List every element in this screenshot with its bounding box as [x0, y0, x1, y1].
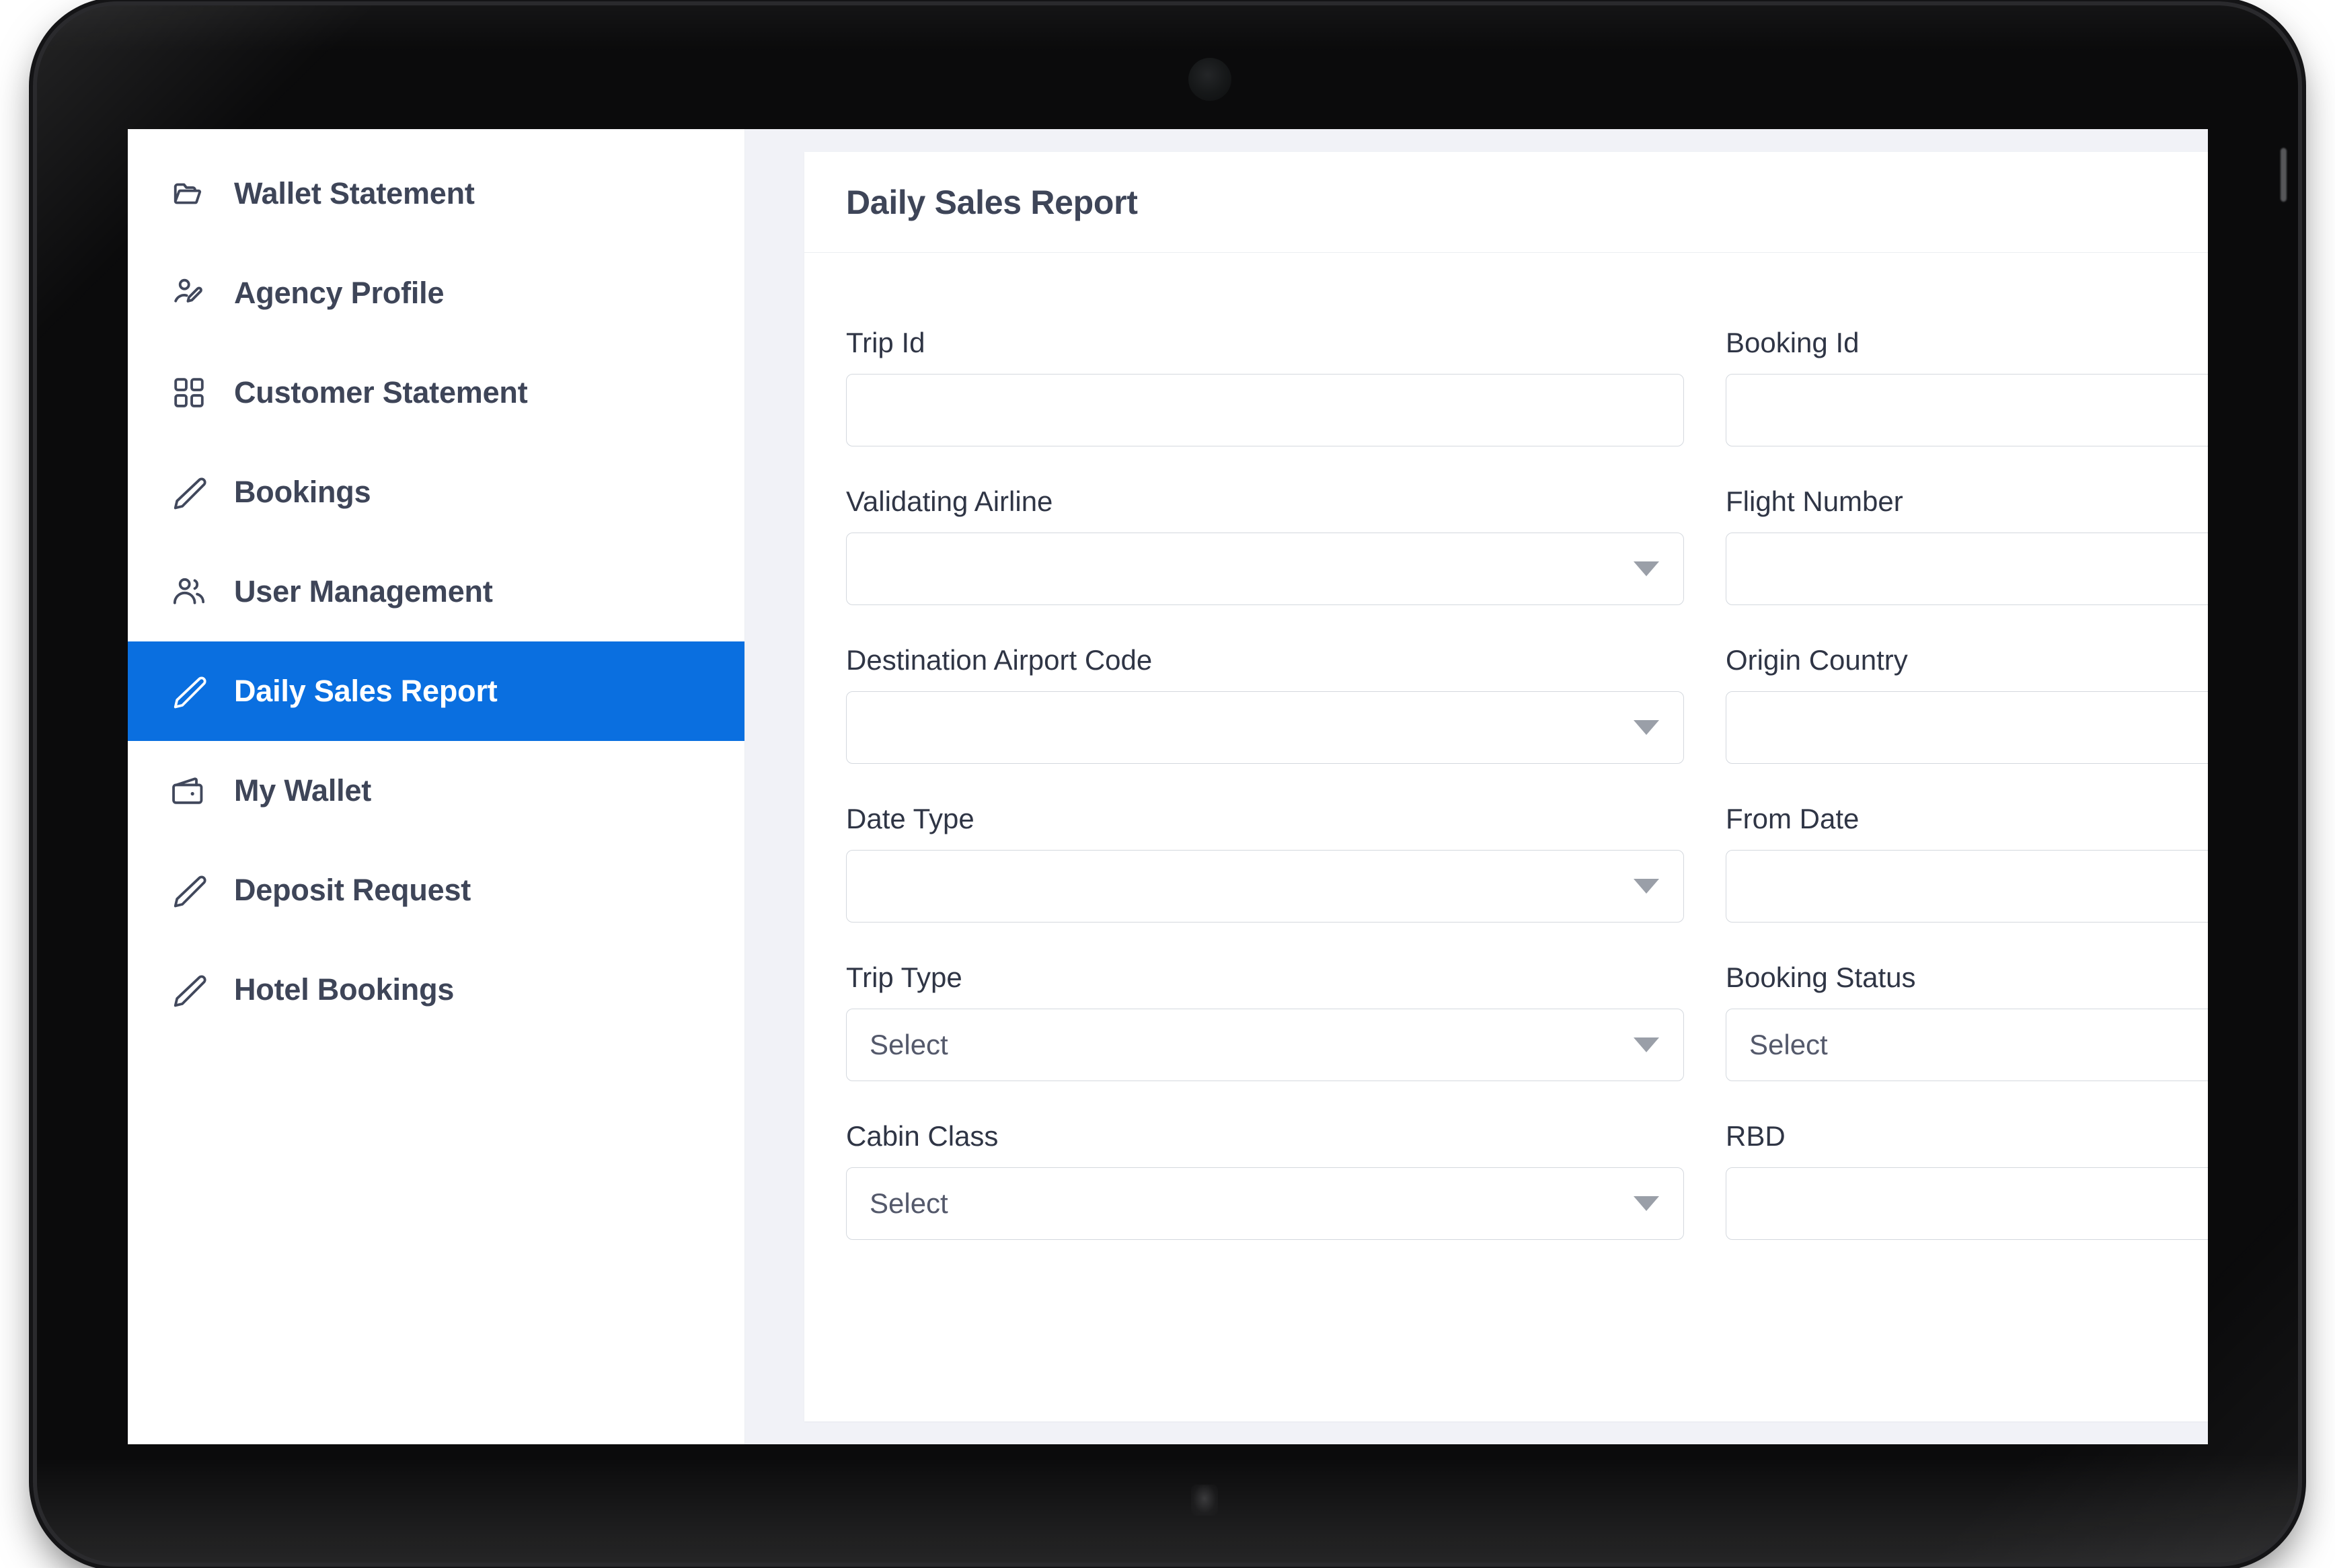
select-date-type[interactable]: [846, 850, 1684, 923]
field-origin-country: Origin Country: [1726, 644, 2208, 803]
field-label-trip-id: Trip Id: [846, 327, 925, 358]
pencil-icon: [169, 970, 208, 1009]
field-value-booking-status: Select: [1749, 1029, 1828, 1060]
chevron-down-icon[interactable]: [1634, 879, 1659, 894]
select-validating-airline[interactable]: [846, 533, 1684, 605]
select-booking-status[interactable]: Select: [1726, 1009, 2208, 1081]
field-booking-status: Booking Status Select: [1726, 962, 2208, 1120]
main-content: Daily Sales Report Trip Id Booking Id Vali…: [745, 129, 2208, 1444]
tablet-screen: Wallet Statement Agency Profile Customer S…: [128, 129, 2208, 1444]
sidebar-item-label: Customer Statement: [234, 375, 528, 409]
field-label-rbd: RBD: [1726, 1120, 1786, 1152]
field-label-origin-country: Origin Country: [1726, 644, 1908, 676]
pencil-icon: [169, 672, 208, 711]
field-label-destination-airport-code: Destination Airport Code: [846, 644, 1153, 676]
grid-icon: [169, 373, 208, 412]
field-label-from-date: From Date: [1726, 803, 1860, 834]
field-rbd: RBD: [1726, 1120, 2208, 1279]
page-title: Daily Sales Report: [846, 183, 1138, 221]
sidebar-item-label: User Management: [234, 574, 493, 609]
sidebar-item-label: Daily Sales Report: [234, 674, 498, 708]
input-booking-id[interactable]: [1726, 374, 2208, 446]
sidebar-item-label: My Wallet: [234, 773, 372, 808]
sidebar-nav: Wallet Statement Agency Profile Customer S…: [128, 129, 745, 1444]
field-trip-type: Trip Type Select: [846, 962, 1684, 1120]
sidebar-item-label: Hotel Bookings: [234, 972, 455, 1007]
chevron-down-icon[interactable]: [1634, 1037, 1659, 1052]
sidebar-item-bookings[interactable]: Bookings: [128, 442, 744, 542]
sidebar-item-user-management[interactable]: User Management: [128, 542, 744, 641]
field-value-trip-type: Select: [870, 1029, 948, 1060]
sidebar-item-my-wallet[interactable]: My Wallet: [128, 741, 744, 840]
user-edit-icon: [169, 274, 208, 313]
chevron-down-icon[interactable]: [1634, 561, 1659, 576]
input-flight-number[interactable]: [1726, 533, 2208, 605]
field-label-booking-id: Booking Id: [1726, 327, 1860, 358]
chevron-down-icon[interactable]: [1634, 720, 1659, 735]
field-value-cabin-class: Select: [870, 1187, 948, 1219]
input-trip-id[interactable]: [846, 374, 1684, 446]
input-rbd[interactable]: [1726, 1167, 2208, 1240]
filter-form: Trip Id Booking Id Validating Airline Fligh…: [804, 253, 2208, 1279]
select-cabin-class[interactable]: Select: [846, 1167, 1684, 1240]
report-card: Daily Sales Report Trip Id Booking Id Vali…: [804, 152, 2208, 1421]
sidebar-item-hotel-bookings[interactable]: Hotel Bookings: [128, 940, 744, 1040]
field-label-flight-number: Flight Number: [1726, 485, 1903, 517]
field-trip-id: Trip Id: [846, 327, 1684, 485]
field-validating-airline: Validating Airline: [846, 485, 1684, 644]
folder-open-icon: [169, 174, 208, 213]
select-destination-airport-code[interactable]: [846, 691, 1684, 764]
sidebar-item-label: Wallet Statement: [234, 176, 475, 210]
pencil-icon: [169, 871, 208, 910]
users-icon: [169, 572, 208, 611]
sidebar-item-customer-statement[interactable]: Customer Statement: [128, 343, 744, 442]
input-origin-country[interactable]: [1726, 691, 2208, 764]
sidebar-item-daily-sales-report[interactable]: Daily Sales Report: [128, 641, 744, 741]
pencil-icon: [169, 473, 208, 512]
field-flight-number: Flight Number: [1726, 485, 2208, 644]
field-booking-id: Booking Id: [1726, 327, 2208, 485]
field-label-trip-type: Trip Type: [846, 962, 962, 993]
field-cabin-class: Cabin Class Select: [846, 1120, 1684, 1279]
card-header: Daily Sales Report: [804, 152, 2208, 253]
field-date-type: Date Type: [846, 803, 1684, 962]
sidebar-item-label: Deposit Request: [234, 873, 471, 907]
scrollbar-indicator[interactable]: [2281, 148, 2287, 202]
sidebar-item-deposit-request[interactable]: Deposit Request: [128, 840, 744, 940]
sidebar-item-agency-profile[interactable]: Agency Profile: [128, 243, 744, 343]
home-indicator-icon: [1191, 1485, 1218, 1516]
select-trip-type[interactable]: Select: [846, 1009, 1684, 1081]
field-label-cabin-class: Cabin Class: [846, 1120, 999, 1152]
app-shell: Wallet Statement Agency Profile Customer S…: [128, 129, 2208, 1444]
sidebar-item-label: Bookings: [234, 475, 371, 509]
sidebar-item-label: Agency Profile: [234, 276, 445, 310]
field-label-date-type: Date Type: [846, 803, 974, 834]
field-destination-airport-code: Destination Airport Code: [846, 644, 1684, 803]
field-from-date: From Date: [1726, 803, 2208, 962]
sidebar-item-wallet-statement[interactable]: Wallet Statement: [128, 144, 744, 243]
field-label-booking-status: Booking Status: [1726, 962, 1916, 993]
front-camera-icon: [1188, 58, 1231, 101]
wallet-icon: [169, 771, 208, 810]
chevron-down-icon[interactable]: [1634, 1196, 1659, 1211]
field-label-validating-airline: Validating Airline: [846, 485, 1053, 517]
input-from-date[interactable]: [1726, 850, 2208, 923]
